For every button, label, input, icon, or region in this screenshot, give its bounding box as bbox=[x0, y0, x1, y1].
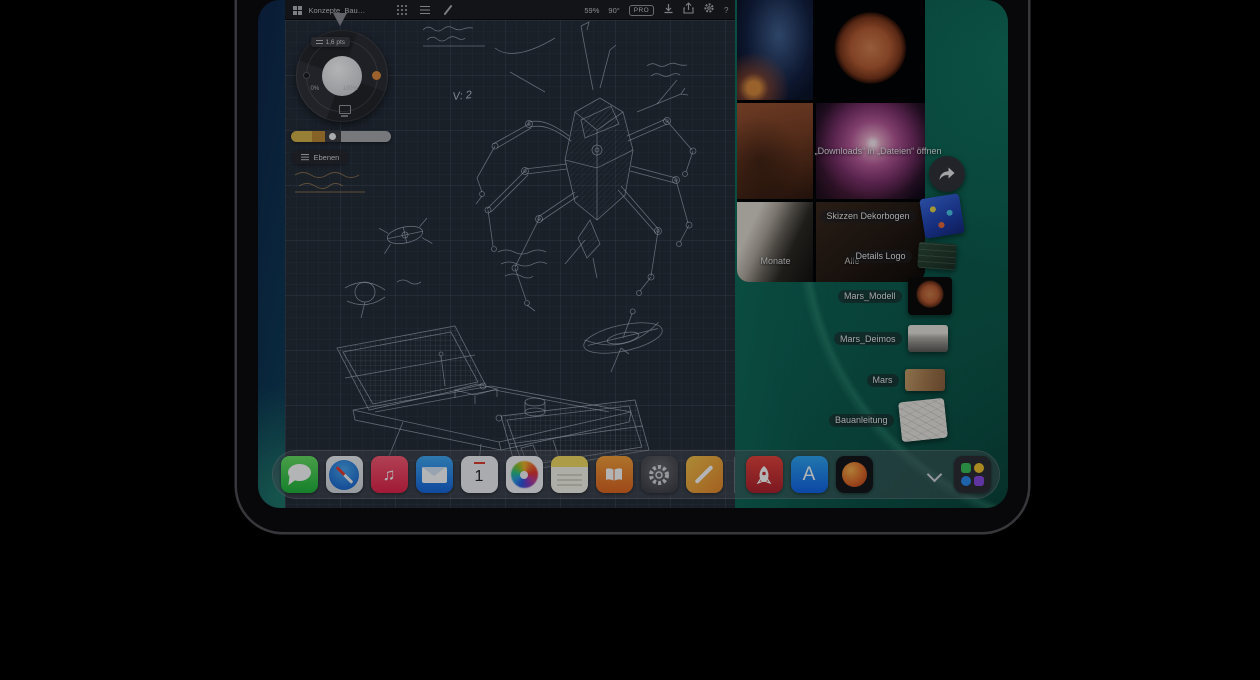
settings-gear-icon[interactable] bbox=[703, 1, 715, 19]
compass-needle bbox=[335, 466, 353, 484]
workspace-grid-icon[interactable] bbox=[293, 6, 302, 15]
photo-thumbnail-mars[interactable] bbox=[816, 0, 925, 100]
import-icon[interactable] bbox=[663, 1, 674, 19]
mail-icon[interactable] bbox=[416, 456, 453, 493]
drop-tooltip: „Downloads“ in „Dateien“ öffnen bbox=[815, 146, 942, 156]
gear-glyph bbox=[646, 462, 672, 488]
drop-action-badge[interactable] bbox=[929, 156, 965, 192]
drag-item-bauanleitung[interactable]: Bauanleitung bbox=[829, 400, 946, 440]
swatch-amber[interactable] bbox=[312, 131, 325, 142]
sketch-pencil-icon[interactable] bbox=[686, 456, 723, 493]
ipad-screen: Konzepte_Bau… 59% 90° PRO ? bbox=[258, 0, 1008, 508]
brush-size-flag[interactable]: 1,6 pts bbox=[311, 37, 351, 47]
color-palette-strip[interactable] bbox=[291, 131, 391, 142]
drag-item-label: Skizzen Dekorbogen bbox=[820, 210, 915, 223]
tool-wheel-marker bbox=[333, 13, 347, 26]
ipad-device: Konzepte_Bau… 59% 90° PRO ? bbox=[237, 0, 1028, 532]
app-store-icon[interactable] bbox=[791, 456, 828, 493]
forward-arrow-icon bbox=[938, 166, 956, 182]
drag-item-mars-modell[interactable]: Mars_Modell bbox=[838, 277, 952, 315]
drag-item-label: Mars bbox=[867, 374, 899, 387]
photos-icon[interactable] bbox=[506, 456, 543, 493]
instructions-thumbnail bbox=[898, 398, 948, 443]
settings-icon[interactable] bbox=[641, 456, 678, 493]
messages-icon[interactable] bbox=[281, 456, 318, 493]
mars-photo-thumbnail bbox=[905, 369, 945, 391]
opacity-min-label: 0% bbox=[311, 86, 320, 92]
layers-label: Ebenen bbox=[314, 153, 340, 162]
layers-button[interactable]: Ebenen bbox=[293, 150, 348, 164]
dock: 1 bbox=[272, 450, 1000, 499]
secondary-color-dot[interactable] bbox=[303, 72, 310, 79]
drag-item-mars[interactable]: Mars bbox=[867, 369, 945, 391]
concepts-app-window: Konzepte_Bau… 59% 90° PRO ? bbox=[285, 0, 735, 508]
drag-item-label: Mars_Modell bbox=[838, 290, 902, 303]
active-color-dot[interactable] bbox=[372, 71, 381, 80]
photos-slideover-window: Monate Alle bbox=[737, 0, 925, 282]
photo-thumbnail-mars-surface[interactable] bbox=[737, 103, 813, 199]
photos-tab-monate[interactable]: Monate bbox=[761, 256, 791, 266]
rocket-glyph bbox=[752, 463, 776, 487]
drag-item-label: Mars_Deimos bbox=[834, 332, 902, 345]
drag-item-details-logo[interactable]: Details Logo bbox=[849, 243, 955, 269]
palette-slider-knob[interactable] bbox=[325, 131, 341, 142]
photo-thumbnail-spacecraft[interactable] bbox=[737, 202, 813, 282]
books-icon[interactable] bbox=[596, 456, 633, 493]
drag-item-label: Bauanleitung bbox=[829, 414, 894, 427]
brush-stroke-icon bbox=[316, 40, 323, 44]
swatch-yellow[interactable] bbox=[291, 131, 312, 142]
rocket-app-icon[interactable] bbox=[746, 456, 783, 493]
brush-size-label: 1,6 pts bbox=[326, 39, 346, 46]
app-library-icon[interactable] bbox=[954, 456, 991, 493]
share-icon[interactable] bbox=[683, 1, 694, 19]
calendar-icon[interactable]: 1 bbox=[461, 456, 498, 493]
pen-tool-icon[interactable] bbox=[443, 4, 453, 16]
drag-item-mars-deimos[interactable]: Mars_Deimos bbox=[834, 325, 948, 352]
drag-item-skizzen-dekorbogen[interactable]: Skizzen Dekorbogen bbox=[820, 196, 961, 236]
safari-icon[interactable] bbox=[326, 456, 363, 493]
swatch-gray[interactable] bbox=[341, 131, 391, 142]
dock-divider bbox=[734, 457, 735, 493]
chevron-down-icon[interactable] bbox=[922, 463, 946, 487]
mars-model-thumbnail bbox=[908, 277, 952, 315]
drag-item-label: Details Logo bbox=[849, 250, 911, 263]
version-annotation: V: 2 bbox=[452, 89, 473, 103]
tools-grid-icon[interactable] bbox=[397, 5, 407, 15]
notes-icon[interactable] bbox=[551, 456, 588, 493]
deimos-thumbnail bbox=[908, 325, 948, 352]
zoom-level[interactable]: 59% bbox=[584, 6, 599, 15]
music-icon[interactable] bbox=[371, 456, 408, 493]
pro-badge[interactable]: PRO bbox=[629, 5, 654, 16]
logo-thumbnail bbox=[917, 242, 957, 271]
open-book-glyph bbox=[602, 463, 626, 487]
calendar-day: 1 bbox=[475, 468, 484, 486]
layers-list-icon bbox=[301, 154, 309, 161]
menu-lines-icon[interactable] bbox=[420, 6, 430, 15]
opacity-max-label: 100% bbox=[343, 86, 358, 92]
sticker-sheet-thumbnail bbox=[919, 193, 965, 239]
rotation-angle[interactable]: 90° bbox=[608, 6, 619, 15]
stage: Konzepte_Bau… 59% 90° PRO ? bbox=[0, 0, 1260, 680]
photo-thumbnail-nebula[interactable] bbox=[737, 0, 813, 100]
help-icon[interactable]: ? bbox=[724, 6, 728, 15]
concepts-app-icon[interactable] bbox=[836, 456, 873, 493]
wheel-sub-controls[interactable] bbox=[337, 104, 363, 120]
concepts-toolbar: Konzepte_Bau… 59% 90° PRO ? bbox=[285, 0, 735, 20]
